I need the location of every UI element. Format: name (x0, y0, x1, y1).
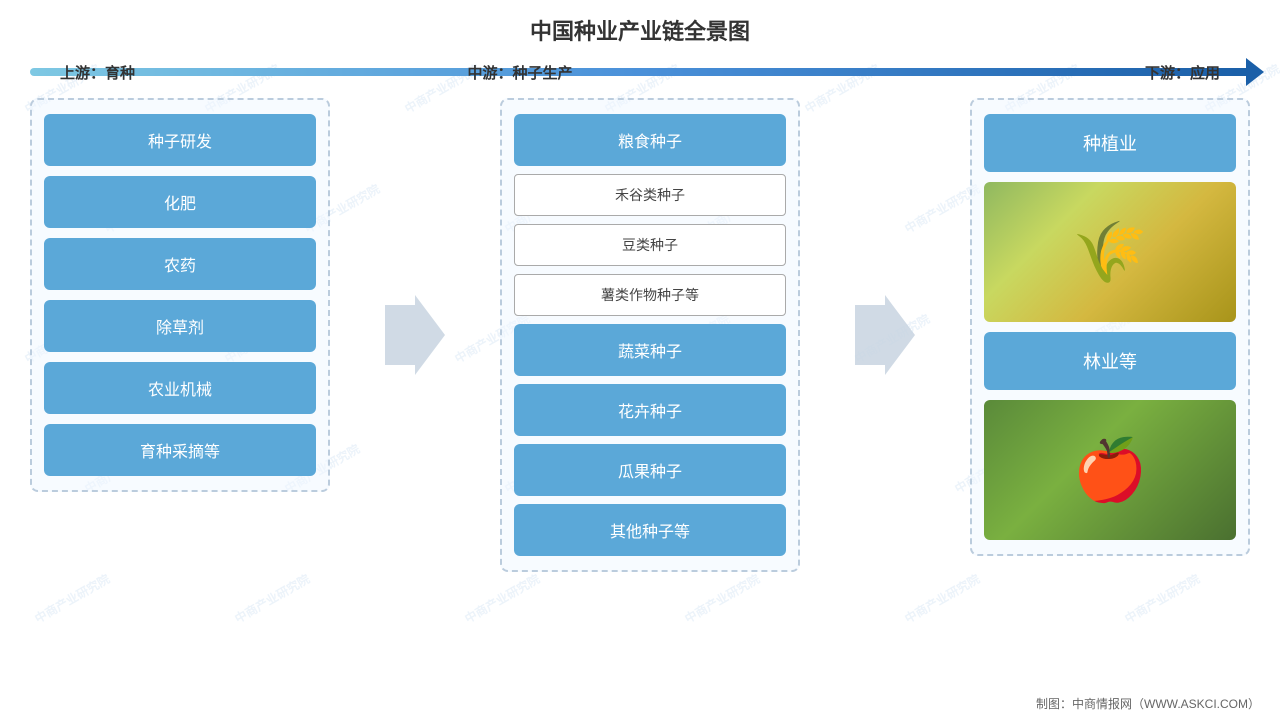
right-item-planting: 种植业 (984, 114, 1236, 172)
left-item-6: 育种采摘等 (44, 424, 316, 476)
upstream-label: 上游：育种 (60, 62, 135, 83)
mid-item-cereal: 禾谷类种子 (514, 174, 786, 216)
mid-item-grain: 粮食种子 (514, 114, 786, 166)
mid-item-veg: 蔬菜种子 (514, 324, 786, 376)
right-column: 种植业 林业等 (970, 98, 1250, 556)
arrow-middle-to-right (845, 295, 925, 375)
left-item-2: 化肥 (44, 176, 316, 228)
mid-item-bean: 豆类种子 (514, 224, 786, 266)
midstream-label: 中游：种子生产 (467, 62, 572, 83)
arrow-track (30, 68, 1250, 76)
left-item-1: 种子研发 (44, 114, 316, 166)
right-item-forestry: 林业等 (984, 332, 1236, 390)
arrow-left-to-middle (375, 295, 455, 375)
left-item-5: 农业机械 (44, 362, 316, 414)
page-title: 中国种业产业链全景图 (0, 0, 1280, 54)
left-item-3: 农药 (44, 238, 316, 290)
mid-item-tuber: 薯类作物种子等 (514, 274, 786, 316)
main-content: 种子研发 化肥 农药 除草剂 农业机械 育种采摘等 粮食种子 禾谷类种子 豆类种… (30, 98, 1250, 572)
left-column: 种子研发 化肥 农药 除草剂 农业机械 育种采摘等 (30, 98, 330, 492)
downstream-label: 下游：应用 (1145, 62, 1220, 83)
mid-item-melon: 瓜果种子 (514, 444, 786, 496)
photo-rice (984, 182, 1236, 322)
mid-item-flower: 花卉种子 (514, 384, 786, 436)
arrow-bar: 上游：育种 中游：种子生产 下游：应用 (30, 54, 1250, 90)
mid-item-other: 其他种子等 (514, 504, 786, 556)
footer-note: 制图：中商情报网（WWW.ASKCI.COM） (1036, 695, 1260, 712)
left-item-4: 除草剂 (44, 300, 316, 352)
photo-apple (984, 400, 1236, 540)
middle-column: 粮食种子 禾谷类种子 豆类种子 薯类作物种子等 蔬菜种子 花卉种子 瓜果种子 其… (500, 98, 800, 572)
